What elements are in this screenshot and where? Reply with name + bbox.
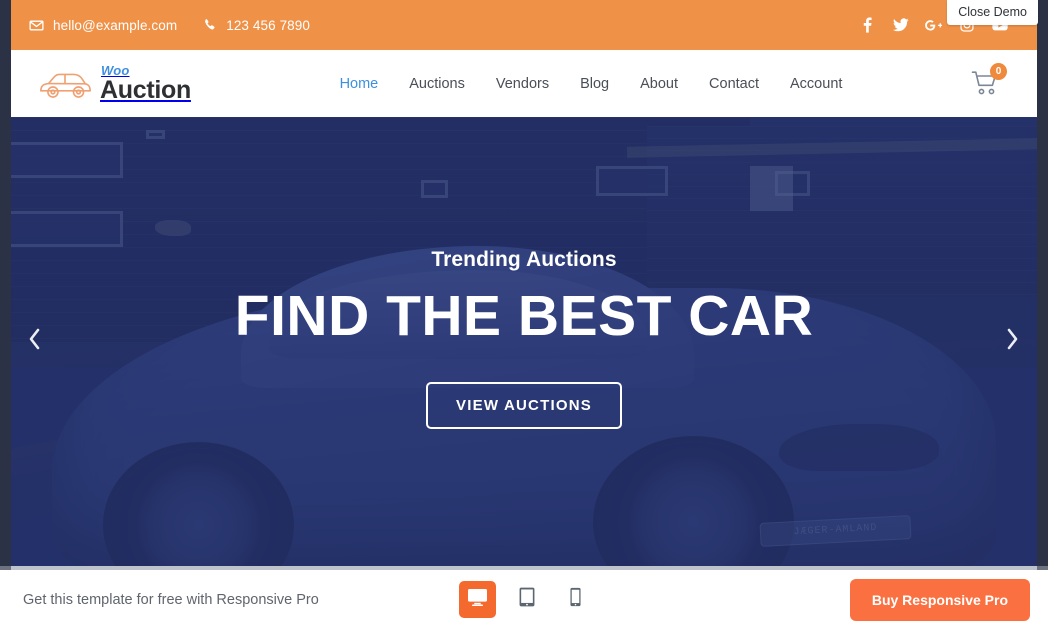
google-plus-icon (925, 19, 942, 32)
demo-toolbar-actions: Buy Responsive Pro (594, 578, 1030, 621)
logo-wordmark: Woo Auction (100, 64, 191, 103)
top-utility-bar: hello@example.com 123 456 7890 (11, 0, 1037, 50)
desktop-icon (467, 588, 488, 612)
demo-preview-app: hello@example.com 123 456 7890 Woo Aucti… (0, 0, 1048, 629)
device-button-mobile[interactable] (557, 581, 594, 618)
social-link-facebook[interactable] (860, 17, 875, 33)
nav-item-account[interactable]: Account (790, 76, 842, 92)
contact-info-group: hello@example.com 123 456 7890 (29, 18, 860, 33)
social-link-twitter[interactable] (892, 17, 909, 33)
nav-item-about[interactable]: About (640, 76, 678, 92)
twitter-icon (892, 18, 909, 32)
demo-toolbar: Get this template for free with Responsi… (0, 570, 1048, 629)
device-button-tablet[interactable] (508, 581, 545, 618)
social-link-google-plus[interactable] (925, 17, 942, 33)
close-demo-button[interactable]: Close Demo (947, 0, 1038, 25)
cart-button[interactable]: 0 (895, 62, 1015, 101)
hero-title: FIND THE BEST CAR (234, 283, 814, 348)
contact-phone-text: 123 456 7890 (226, 17, 311, 33)
nav-item-vendors[interactable]: Vendors (496, 76, 549, 92)
site-header: Woo Auction Home Auctions Vendors Blog A… (11, 50, 1037, 117)
nav-item-blog[interactable]: Blog (580, 76, 609, 92)
hero-subtitle: Trending Auctions (431, 247, 617, 271)
cart-icon-wrap: 0 (971, 62, 1007, 101)
logo-auction-text: Auction (100, 76, 191, 104)
site-viewport: hello@example.com 123 456 7890 Woo Aucti… (11, 0, 1037, 566)
device-button-desktop[interactable] (459, 581, 496, 618)
contact-email-text: hello@example.com (53, 17, 178, 33)
buy-responsive-pro-button[interactable]: Buy Responsive Pro (849, 578, 1030, 621)
device-preview-switcher (459, 581, 594, 618)
slider-prev-button[interactable] (19, 322, 49, 362)
contact-email[interactable]: hello@example.com (29, 18, 177, 33)
mobile-icon (570, 587, 581, 612)
shopping-cart-icon (971, 70, 1001, 101)
hero-slider: JÆGER-AMLAND Trending Auctions FIND THE … (11, 117, 1037, 566)
cart-count-badge: 0 (990, 62, 1007, 80)
contact-phone[interactable]: 123 456 7890 (203, 18, 310, 33)
chevron-right-icon (1005, 327, 1020, 356)
nav-item-auctions[interactable]: Auctions (409, 76, 465, 92)
tablet-icon (519, 587, 535, 612)
hero-content: Trending Auctions FIND THE BEST CAR VIEW… (11, 117, 1037, 566)
preview-frame-left-rail (0, 0, 11, 566)
demo-promo-text: Get this template for free with Responsi… (23, 591, 319, 608)
nav-item-contact[interactable]: Contact (709, 76, 759, 92)
site-logo[interactable]: Woo Auction (37, 64, 287, 103)
facebook-icon (863, 17, 872, 33)
car-icon (37, 66, 93, 102)
primary-navigation: Home Auctions Vendors Blog About Contact… (287, 76, 895, 92)
nav-item-home[interactable]: Home (340, 76, 379, 92)
chevron-left-icon (27, 327, 42, 356)
envelope-icon (29, 18, 44, 33)
preview-frame-right-rail (1037, 0, 1048, 566)
slider-next-button[interactable] (997, 322, 1027, 362)
phone-icon (203, 18, 217, 32)
view-auctions-button[interactable]: VIEW AUCTIONS (426, 382, 622, 430)
